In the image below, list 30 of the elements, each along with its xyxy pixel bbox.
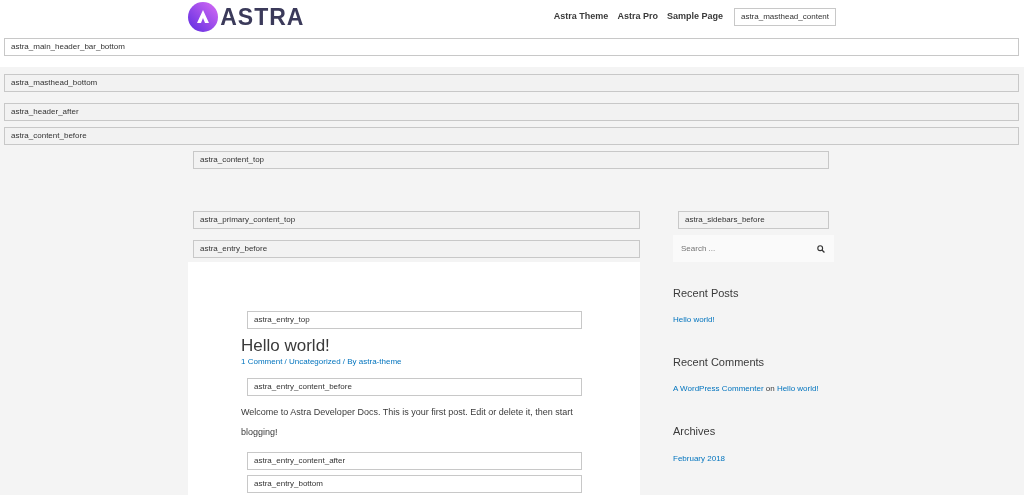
post-link[interactable]: February 2018: [673, 452, 834, 465]
widget-title: Recent Posts: [673, 287, 740, 301]
hook-label: astra_entry_top: [247, 311, 582, 329]
hook-label: astra_entry_content_before: [247, 378, 582, 397]
search-icon[interactable]: [817, 245, 825, 253]
nav-link[interactable]: Sample Page: [666, 10, 723, 24]
site-logo[interactable]: ASTRA: [188, 2, 305, 32]
hook-label: astra_entry_content_after: [247, 452, 582, 471]
hook-label: astra_header_after: [4, 103, 1019, 121]
nav-link[interactable]: Astra Theme: [553, 10, 609, 24]
post-link[interactable]: Hello world!: [673, 314, 834, 327]
hook-label: astra_sidebars_before: [678, 211, 829, 229]
post-title: Hello world!: [241, 336, 331, 357]
hook-label: astra_primary_content_top: [193, 211, 640, 229]
nav-link[interactable]: Astra Pro: [617, 10, 658, 24]
hook-label: astra_masthead_bottom: [4, 74, 1019, 92]
commenter-link[interactable]: A WordPress Commenter: [673, 384, 764, 394]
widget-title: Recent Comments: [673, 356, 766, 370]
post-meta: 1 Comment / Uncategorized / By astra-theme: [241, 356, 403, 369]
hook-label: astra_masthead_content: [733, 8, 836, 26]
post-link[interactable]: Hello world!: [776, 384, 819, 394]
hook-label: astra_main_header_bar_bottom: [4, 38, 1019, 56]
hook-label: astra_entry_before: [193, 240, 640, 258]
widget-title: Archives: [673, 425, 717, 439]
hook-label: astra_content_top: [193, 151, 829, 169]
post-text: Welcome to Astra Developer Docs. This is your first post. Edit or delete it, then start blogging!: [241, 406, 574, 440]
hook-label: astra_content_before: [4, 127, 1019, 145]
hook-label: astra_entry_bottom: [247, 475, 582, 494]
recent-comment: A WordPress Commenter on Hello world!: [673, 383, 820, 396]
search-field[interactable]: Search ...: [673, 235, 834, 262]
